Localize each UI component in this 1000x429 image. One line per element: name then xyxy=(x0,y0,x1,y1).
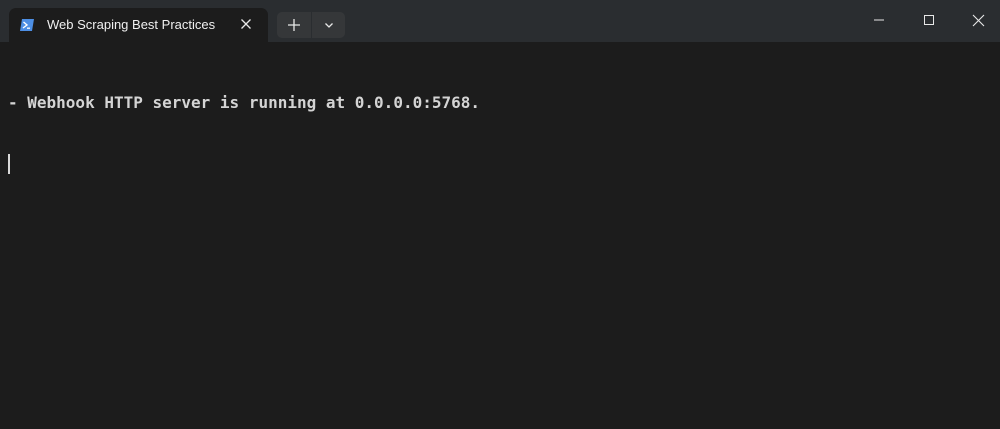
title-bar[interactable]: Web Scraping Best Practices xyxy=(0,0,1000,42)
tab-title: Web Scraping Best Practices xyxy=(47,17,216,32)
close-icon xyxy=(972,14,984,26)
close-tab-icon[interactable] xyxy=(237,15,255,33)
minimize-icon xyxy=(874,19,884,21)
plus-icon xyxy=(288,19,300,31)
tab-dropdown-button[interactable] xyxy=(311,12,345,38)
text-cursor xyxy=(8,154,10,174)
new-tab-button[interactable] xyxy=(277,12,311,38)
close-window-button[interactable] xyxy=(953,0,1000,40)
terminal-window: Web Scraping Best Practices - Webhook HT… xyxy=(0,0,1000,429)
powershell-icon xyxy=(19,17,35,33)
maximize-icon xyxy=(924,15,934,25)
terminal-line: - Webhook HTTP server is running at 0.0.… xyxy=(8,93,481,112)
terminal-output[interactable]: - Webhook HTTP server is running at 0.0.… xyxy=(0,42,1000,429)
new-tab-controls xyxy=(277,12,345,38)
minimize-button[interactable] xyxy=(854,0,904,40)
chevron-down-icon xyxy=(324,23,333,28)
maximize-button[interactable] xyxy=(904,0,954,40)
tab-web-scraping-best-practices[interactable]: Web Scraping Best Practices xyxy=(9,8,268,42)
